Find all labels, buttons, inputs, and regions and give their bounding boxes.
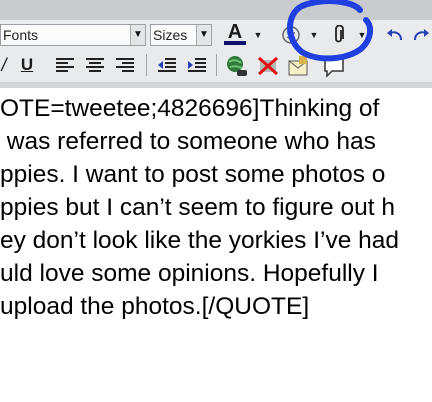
redo-icon[interactable] (410, 24, 432, 46)
size-select[interactable]: Sizes ▼ (150, 24, 212, 46)
align-left-icon[interactable] (54, 55, 76, 75)
editor-line: ey don’t look like the yorkies I’ve had (0, 227, 400, 254)
font-select[interactable]: Fonts ▼ (0, 24, 146, 46)
outdent-icon[interactable] (156, 55, 178, 75)
smiley-dropdown[interactable]: ▼ (308, 28, 320, 42)
editor-line: was referred to someone who has (0, 128, 376, 155)
text-color-bar (224, 41, 246, 45)
attachment-button[interactable] (328, 24, 350, 46)
undo-icon[interactable] (384, 24, 406, 46)
editor-toolbar: Fonts ▼ Sizes ▼ A ▼ ▼ ▼ / U (0, 0, 432, 82)
editor-line: ppies but I can’t seem to figure out h (0, 194, 395, 221)
text-color-button[interactable]: A (222, 22, 248, 46)
editor-line: ppies. I want to post some photos o (0, 161, 386, 188)
italic-icon[interactable]: / (0, 54, 8, 76)
quote-icon[interactable] (322, 56, 346, 80)
toolbar-separator (146, 54, 147, 76)
smiley-icon[interactable] (280, 24, 302, 46)
font-select-value: Fonts (3, 27, 39, 43)
editor-line: OTE=tweetee;4826696]Thinking of (0, 95, 380, 122)
insert-email-icon[interactable] (286, 54, 310, 78)
toolbar-separator (216, 54, 217, 76)
editor-line: upload the photos.[/QUOTE] (0, 293, 310, 320)
chevron-down-icon: ▼ (130, 25, 145, 45)
align-right-icon[interactable] (114, 55, 136, 75)
size-select-value: Sizes (153, 27, 188, 43)
paperclip-icon (335, 25, 344, 43)
post-editor-textarea[interactable]: OTE=tweetee;4826696]Thinking of was refe… (0, 88, 432, 352)
text-color-dropdown[interactable]: ▼ (252, 28, 264, 42)
attachment-dropdown[interactable]: ▼ (356, 28, 368, 42)
underline-icon[interactable]: U (16, 54, 38, 76)
text-color-label: A (227, 21, 243, 43)
insert-link-icon[interactable] (224, 54, 250, 78)
indent-icon[interactable] (186, 55, 208, 75)
toolbar-top-strip (0, 0, 432, 20)
remove-link-icon[interactable] (256, 54, 280, 78)
editor-line: uld love some opinions. Hopefully I (0, 260, 379, 287)
align-center-icon[interactable] (84, 55, 106, 75)
chevron-down-icon: ▼ (196, 25, 211, 45)
